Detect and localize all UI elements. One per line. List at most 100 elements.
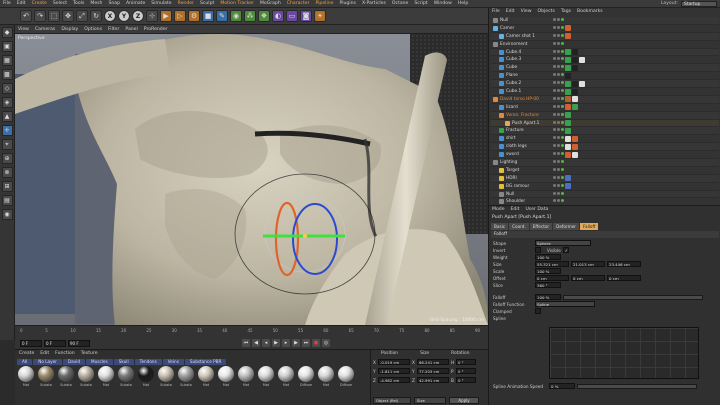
enabled-check[interactable] [561,104,564,108]
redo-icon[interactable]: ↷ [34,10,46,22]
tag-icon[interactable] [565,72,571,79]
tag-icon[interactable] [572,64,578,71]
tab-falloff[interactable]: Falloff [580,223,599,230]
editor-visibility-dot[interactable] [553,65,556,69]
object-row[interactable]: Cube.2 [491,80,719,89]
rotation-p-field[interactable]: 0 ° [456,368,476,374]
render-picture-icon[interactable]: ▷ [174,10,186,22]
material-item[interactable]: Substa [77,366,95,387]
material-item[interactable]: Mat [237,366,255,387]
editor-visibility-dot[interactable] [553,112,556,116]
rotation-b-field[interactable]: 0 ° [456,377,476,383]
editor-visibility-dot[interactable] [553,89,556,93]
render-visibility-dot[interactable] [557,104,560,108]
viewport-menu-options[interactable]: Options [84,27,102,32]
subdivision-icon[interactable]: ◉ [230,10,242,22]
material-menu-edit[interactable]: Edit [40,351,49,356]
editor-visibility-dot[interactable] [553,167,556,171]
visibility-flags[interactable] [553,81,564,85]
editor-visibility-dot[interactable] [553,49,556,53]
locked-workplane-icon[interactable]: ⊞ [1,181,13,192]
material-item[interactable]: Substa [157,366,175,387]
tab-coord[interactable]: Coord. [509,223,529,230]
enabled-check[interactable] [561,136,564,140]
workplane-icon[interactable]: ▩ [1,69,13,80]
visibility-flags[interactable] [553,120,564,124]
menu-motion-tracker[interactable]: Motion Tracker [220,1,254,6]
viewport-menu-panel[interactable]: Panel [125,27,137,32]
object-row[interactable]: BG.ramour [491,183,719,191]
render-visibility-dot[interactable] [557,18,560,21]
material-item[interactable]: Diffuse [337,366,355,387]
menu-file[interactable]: File [3,1,11,6]
object-row[interactable]: Plane [491,72,719,81]
visibility-flags[interactable] [553,191,564,195]
menu-plugins[interactable]: Plugins [339,1,355,6]
render-visibility-dot[interactable] [557,41,560,45]
position-z-field[interactable]: -4.982 cm [378,377,410,383]
tag-icon[interactable] [572,151,578,158]
editor-visibility-dot[interactable] [553,152,556,156]
render-visibility-dot[interactable] [557,81,560,85]
prev-frame-icon[interactable]: ◂ [262,339,270,347]
render-visibility-dot[interactable] [557,96,560,100]
editor-visibility-dot[interactable] [553,175,556,179]
play-icon[interactable]: ▶ [272,339,280,347]
viewport-menu-display[interactable]: Display [61,27,78,32]
material-menu-texture[interactable]: Texture [81,351,98,356]
editor-visibility-dot[interactable] [553,199,556,203]
offset-y-field[interactable]: 0 cm [571,275,605,281]
tab-deformer[interactable]: Deformer [553,223,579,230]
enabled-check[interactable] [561,65,564,69]
axis-z-button[interactable]: Z [132,10,144,22]
object-row[interactable]: Fracture [491,127,719,136]
autokey-icon[interactable]: ◎ [322,339,330,347]
tag-icon[interactable] [572,49,578,56]
menu-create[interactable]: Create [32,1,47,6]
viewport[interactable]: Perspective Grid Spacing : 10000 cm [15,34,488,325]
menu-octane[interactable]: Octane [392,1,409,6]
tag-icon[interactable] [565,175,571,182]
position-y-field[interactable]: -1.811 cm [378,368,410,374]
tag-icon[interactable] [579,80,585,87]
visibility-flags[interactable] [553,144,564,148]
tag-icon[interactable] [572,96,578,103]
invert-checkbox[interactable] [535,247,541,253]
coordinate-mode-select[interactable]: Object (Rel) [373,397,411,404]
scale-icon[interactable]: ⤢ [76,10,88,22]
snap-icon[interactable]: ⊕ [1,153,13,164]
material-menu-function[interactable]: Function [55,351,75,356]
render-visibility-dot[interactable] [557,160,560,164]
menu-tools[interactable]: Tools [73,1,84,6]
material-menu-create[interactable]: Create [19,351,34,356]
editor-visibility-dot[interactable] [553,96,556,100]
menu-script[interactable]: Script [414,1,427,6]
current-frame-field[interactable]: 0 F [44,339,66,347]
object-row[interactable]: Cube.3 [491,56,719,65]
enabled-check[interactable] [561,25,564,29]
object-row[interactable]: Lighting [491,159,719,167]
planar-workplane-icon[interactable]: ▤ [1,195,13,206]
rotation-h-field[interactable]: 0 ° [456,359,476,365]
editor-visibility-dot[interactable] [553,41,556,45]
apply-button[interactable]: Apply [449,397,479,404]
next-frame-icon[interactable]: ▸ [282,339,290,347]
enabled-check[interactable] [561,144,564,148]
object-row[interactable]: Cube.4 [491,48,719,57]
spline-graph[interactable] [549,327,699,379]
tag-icon[interactable] [565,135,571,142]
render-visibility-dot[interactable] [557,73,560,77]
make-editable-icon[interactable]: ◆ [1,27,13,38]
tag-icon[interactable] [572,135,578,142]
rotate-icon[interactable]: ↻ [90,10,102,22]
menu-edit[interactable]: Edit [17,1,26,6]
tag-icon[interactable] [565,127,571,134]
material-tab-veins[interactable]: Veins [162,359,184,365]
edge-mode-icon[interactable]: ◈ [1,97,13,108]
object-row[interactable]: cloth legs [491,143,719,152]
editor-visibility-dot[interactable] [553,57,556,61]
size-x-field[interactable]: 66.241 cm [417,359,449,365]
editor-visibility-dot[interactable] [553,33,556,37]
texture-mode-icon[interactable]: ▦ [1,55,13,66]
enabled-check[interactable] [561,191,564,195]
